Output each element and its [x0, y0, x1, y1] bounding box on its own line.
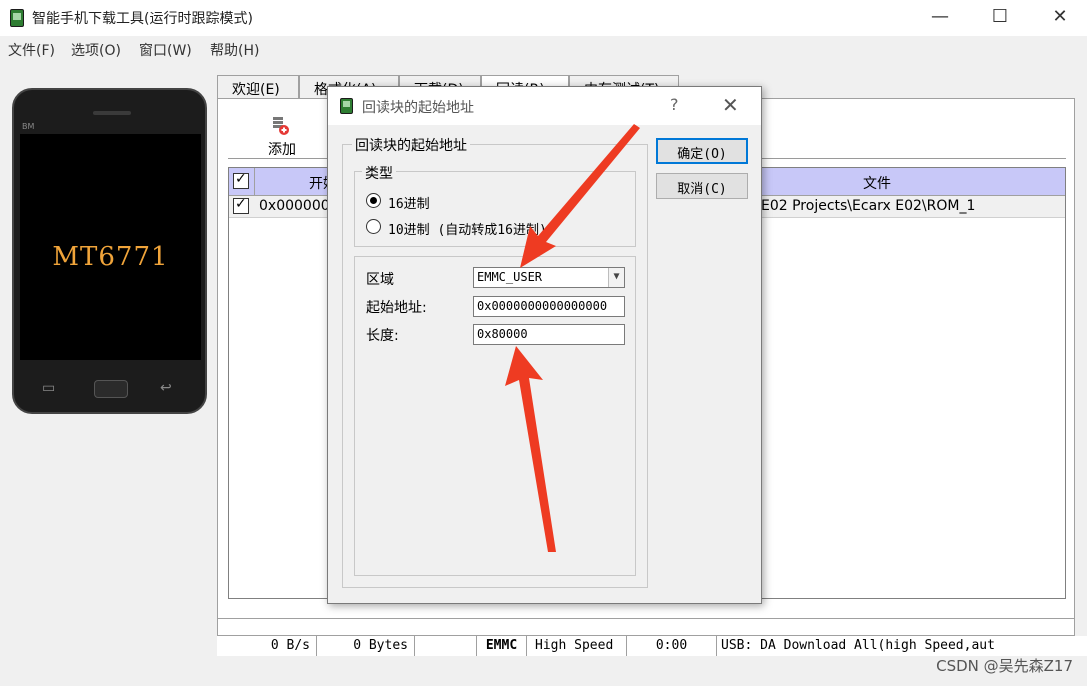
app-icon [10, 9, 24, 27]
phone-speaker [93, 111, 131, 115]
radio-hex-label[interactable]: 16进制 [388, 193, 430, 212]
chip-label: MT6771 [52, 242, 169, 272]
type-group-label: 类型 [362, 163, 396, 183]
progress-bar [217, 618, 1075, 636]
home-key-icon [94, 380, 128, 398]
dialog-app-icon [340, 98, 353, 114]
status-time: 0:00 [627, 636, 717, 656]
length-input[interactable]: 0x80000 [473, 324, 625, 345]
status-usb: USB: DA Download All(high Speed,aut [721, 638, 995, 653]
length-label: 长度: [366, 328, 399, 344]
dialog-title-bar: 回读块的起始地址 ? ✕ [328, 87, 761, 125]
window-title: 智能手机下载工具(运行时跟踪模式) [32, 11, 253, 27]
dialog-close-button[interactable]: ✕ [722, 93, 739, 117]
column-file: 文件 [863, 176, 891, 192]
close-button[interactable]: ✕ [1037, 4, 1083, 32]
minimize-button[interactable]: — [917, 4, 963, 32]
radio-hex[interactable] [366, 193, 381, 208]
phone-screen: MT6771 [20, 134, 201, 360]
radio-dec[interactable] [366, 219, 381, 234]
menu-key-icon: ▭ [42, 380, 56, 396]
radio-dec-label[interactable]: 10进制 (自动转成16进制) [388, 219, 547, 238]
start-address-dialog: 回读块的起始地址 ? ✕ 回读块的起始地址 类型 16进制 10进制 (自动转成… [327, 86, 762, 604]
menu-file[interactable]: 文件(F) [8, 40, 55, 60]
header-checkbox-cell [229, 168, 255, 196]
ok-button[interactable]: 确定(O) [656, 138, 748, 164]
row-checkbox[interactable] [233, 196, 249, 214]
add-icon[interactable] [272, 116, 290, 136]
tab-welcome[interactable]: 欢迎(E) [217, 75, 299, 99]
menu-window[interactable]: 窗口(W) [139, 40, 192, 60]
start-address-group-label: 回读块的起始地址 [352, 135, 470, 155]
status-speed: 0 B/s [217, 636, 317, 656]
phone-brand: BM [22, 122, 35, 131]
radio-hex-selected-dot [370, 197, 377, 204]
menu-help[interactable]: 帮助(H) [210, 40, 259, 60]
status-spacer [415, 636, 477, 656]
row-file-path: E02 Projects\Ecarx E02\ROM_1 [761, 198, 976, 214]
status-mode: High Speed [527, 636, 627, 656]
phone-illustration: BM MT6771 ▭ ↩ [12, 88, 207, 414]
start-address-label: 起始地址: [366, 300, 427, 316]
status-bytes: 0 Bytes [317, 636, 415, 656]
region-label: 区域 [366, 272, 394, 288]
status-bar: 0 B/s 0 Bytes EMMC High Speed 0:00 USB: … [217, 636, 1087, 656]
region-select-value: EMMC_USER [477, 270, 543, 284]
help-button[interactable]: ? [670, 95, 679, 114]
add-button[interactable]: 添加 [268, 139, 296, 159]
start-address-input[interactable]: 0x0000000000000000 [473, 296, 625, 317]
dialog-title: 回读块的起始地址 [362, 100, 474, 116]
back-key-icon: ↩ [160, 380, 172, 396]
status-storage: EMMC [477, 636, 527, 656]
cancel-button[interactable]: 取消(C) [656, 173, 748, 199]
title-bar: 智能手机下载工具(运行时跟踪模式) — ☐ ✕ [0, 0, 1087, 36]
maximize-button[interactable]: ☐ [977, 4, 1023, 32]
row-start-address: 0x000000 [259, 198, 330, 214]
watermark: CSDN @吴先森Z17 [936, 657, 1073, 675]
chevron-down-icon[interactable]: ▼ [608, 268, 624, 287]
menu-bar: 文件(F) 选项(O) 窗口(W) 帮助(H) [0, 36, 1087, 62]
select-all-checkbox[interactable] [233, 171, 249, 189]
menu-options[interactable]: 选项(O) [71, 40, 121, 60]
region-select[interactable]: EMMC_USER ▼ [473, 267, 625, 288]
